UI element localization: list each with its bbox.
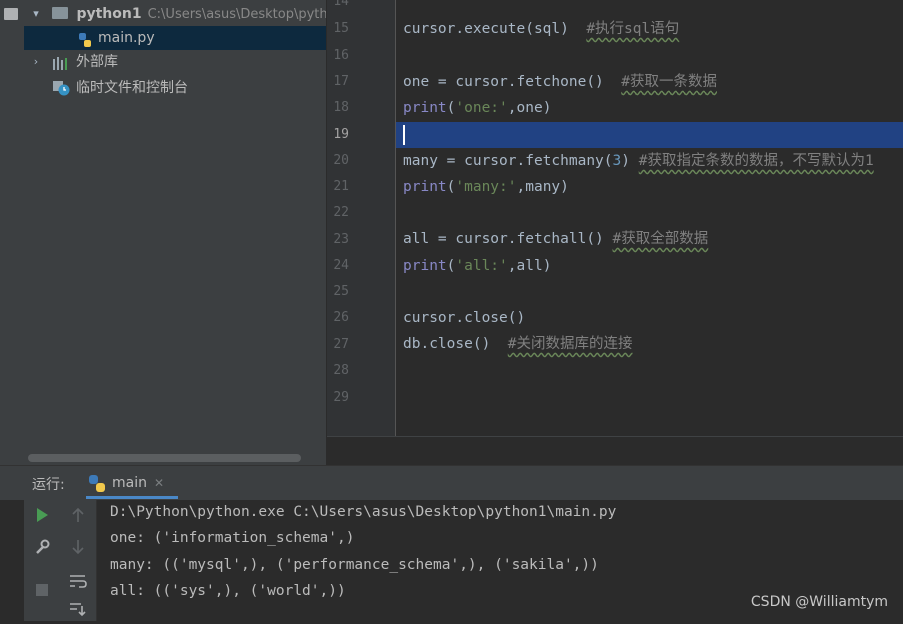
code-line-18: print('one:',one) (403, 95, 551, 121)
code-line-27: db.close() #关闭数据库的连接 (403, 331, 633, 357)
watermark: CSDN @Williamtym (750, 594, 888, 610)
code-line-21: print('many:',many) (403, 174, 569, 200)
code-editor[interactable]: cursor.execute(sql) #执行sql语句 one = curso… (396, 0, 903, 436)
python-file-icon (78, 31, 92, 47)
line-number: 25 (333, 284, 349, 299)
line-number-gutter: 14 15 16 17 18 19 20 21 22 23 24 25 26 2… (327, 0, 396, 436)
code-line-26: cursor.close() (403, 310, 526, 326)
scroll-to-end-icon[interactable] (66, 600, 90, 624)
line-number: 28 (333, 363, 349, 378)
code-comment: #关闭数据库的连接 (507, 336, 633, 352)
string-literal: 'all:' (455, 258, 508, 274)
line-number: 23 (333, 232, 349, 247)
run-label: 运行: (32, 477, 65, 493)
code-text: ) (621, 153, 639, 169)
line-number: 20 (333, 153, 349, 168)
code-text: all = cursor.fetchall() (403, 231, 613, 247)
console-output-line: D:\Python\python.exe C:\Users\asus\Deskt… (110, 504, 617, 520)
python-icon (88, 475, 106, 493)
tree-item-external-libraries[interactable]: › 外部库 (24, 50, 326, 74)
text-caret (403, 125, 405, 145)
code-comment: #执行sql语句 (586, 21, 680, 37)
horizontal-scrollbar[interactable] (28, 454, 301, 462)
stop-icon[interactable] (30, 580, 54, 604)
code-text: ,many) (516, 179, 569, 195)
code-text: db.close() (403, 336, 508, 352)
code-line-17: one = cursor.fetchone() #获取一条数据 (403, 69, 717, 95)
project-root-name: python1 (76, 6, 142, 22)
run-icon[interactable] (30, 506, 54, 530)
arrow-down-icon[interactable] (66, 538, 90, 562)
code-line-24: print('all:',all) (403, 253, 551, 279)
code-text: one = cursor.fetchone() (403, 74, 622, 90)
line-number: 19 (333, 127, 349, 142)
print-builtin: print (403, 100, 447, 116)
close-icon[interactable]: ✕ (154, 476, 164, 490)
project-tool-icon[interactable] (4, 8, 18, 20)
scratches-clock-icon (52, 80, 70, 104)
tree-root-python1[interactable]: ▾ python1 C:\Users\asus\Desktop\pytho (24, 2, 326, 26)
run-tab-label: main (112, 475, 147, 491)
code-comment: #获取指定条数的数据，不写默认为1 (638, 153, 874, 169)
left-tool-strip (0, 0, 25, 465)
tree-item-scratches[interactable]: 临时文件和控制台 (24, 76, 326, 100)
print-builtin: print (403, 179, 447, 195)
code-comment: #获取全部数据 (612, 231, 709, 247)
project-root-path: C:\Users\asus\Desktop\pytho (147, 7, 326, 22)
code-text: cursor.execute(sql) (403, 21, 587, 37)
line-number: 18 (333, 100, 349, 115)
line-number: 22 (333, 205, 349, 220)
tree-item-main-py[interactable]: main.py (24, 26, 326, 50)
code-line-15: cursor.execute(sql) #执行sql语句 (403, 16, 679, 42)
project-panel: ▾ python1 C:\Users\asus\Desktop\pytho mai… (24, 0, 326, 465)
line-number: 16 (333, 48, 349, 63)
arrow-up-icon[interactable] (66, 506, 90, 530)
chevron-right-icon[interactable]: › (30, 50, 42, 74)
line-number: 27 (333, 337, 349, 352)
code-line-23: all = cursor.fetchall() #获取全部数据 (403, 226, 708, 252)
string-literal: 'many:' (455, 179, 517, 195)
run-tab-main[interactable]: main ✕ (82, 470, 178, 498)
line-number: 15 (333, 21, 349, 36)
code-text: many = cursor.fetchmany( (403, 153, 613, 169)
code-line-20: many = cursor.fetchmany(3) #获取指定条数的数据，不写… (403, 148, 874, 174)
number-literal: 3 (612, 153, 622, 169)
run-toolbar (24, 500, 97, 621)
console-output-line: many: (('mysql',), ('performance_schema'… (110, 557, 599, 573)
line-number: 26 (333, 310, 349, 325)
string-literal: 'one:' (455, 100, 508, 116)
external-libs-label: 外部库 (76, 54, 118, 70)
folder-icon (52, 7, 68, 19)
line-number: 14 (333, 0, 349, 9)
console-output-line: one: ('information_schema',) (110, 530, 355, 546)
wrench-icon[interactable] (30, 538, 54, 562)
code-text: ,all) (507, 258, 552, 274)
chevron-down-icon[interactable]: ▾ (30, 2, 42, 26)
current-line-highlight (396, 122, 903, 148)
code-text: ,one) (507, 100, 552, 116)
print-builtin: print (403, 258, 447, 274)
editor-bottom-area (327, 436, 903, 466)
console-output-line: all: (('sys',), ('world',)) (110, 583, 346, 599)
line-number: 29 (333, 390, 349, 405)
line-number: 24 (333, 258, 349, 273)
active-tab-indicator (86, 496, 178, 499)
line-number: 21 (333, 179, 349, 194)
file-name-label: main.py (98, 30, 155, 46)
code-comment: #获取一条数据 (621, 74, 717, 90)
scratches-label: 临时文件和控制台 (76, 80, 188, 96)
line-number: 17 (333, 74, 349, 89)
soft-wrap-icon[interactable] (66, 572, 90, 596)
